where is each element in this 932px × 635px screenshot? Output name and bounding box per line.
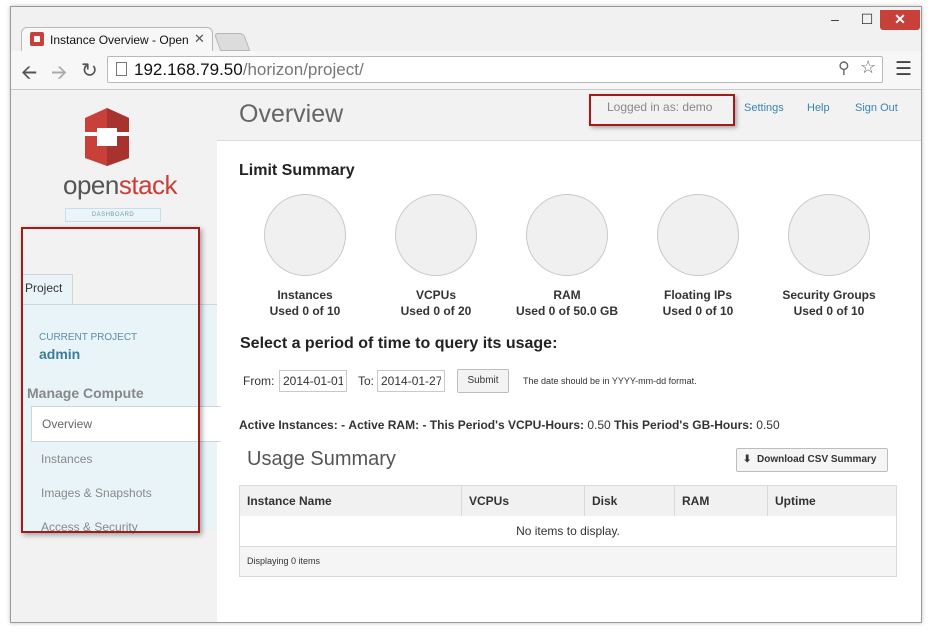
forward-arrow-icon[interactable]: 🡪 xyxy=(51,58,67,92)
active-ram-label: Active RAM: xyxy=(348,418,420,432)
date-range-form: From: To: Submit The date should be in Y… xyxy=(243,368,883,394)
active-instances-value: - xyxy=(341,418,346,432)
download-icon: ⬇ xyxy=(743,454,752,465)
limit-used: Used 0 of 50.0 GB xyxy=(515,304,619,318)
limit-ram: RAM Used 0 of 50.0 GB xyxy=(501,192,633,318)
browser-window: – ☐ ✕ Instance Overview - Open ✕ 🡨 🡪 ↻ 1… xyxy=(10,6,922,623)
sign-out-link[interactable]: Sign Out xyxy=(855,102,898,114)
table-footer: Displaying 0 items xyxy=(240,547,896,576)
usage-table: Instance Name VCPUs Disk RAM Uptime No i… xyxy=(239,485,897,577)
empty-table-message: No items to display. xyxy=(240,516,896,547)
to-label: To: xyxy=(358,374,375,388)
logged-in-user: Logged in as: demo xyxy=(607,100,713,114)
usage-summary-title: Usage Summary xyxy=(247,448,396,470)
table-header: Instance Name VCPUs Disk RAM Uptime xyxy=(240,486,896,517)
gb-hours-label: This Period's GB-Hours: xyxy=(614,418,753,432)
url-path: /horizon/project/ xyxy=(242,60,364,79)
period-title: Select a period of time to query its usa… xyxy=(240,335,558,352)
column-vcpus[interactable]: VCPUs xyxy=(462,486,585,516)
to-date-input[interactable] xyxy=(377,370,445,392)
tab-close-icon[interactable]: ✕ xyxy=(194,31,205,47)
usage-stats: Active Instances: - Active RAM: - This P… xyxy=(239,418,780,432)
limit-pie-charts: Instances Used 0 of 10 VCPUs Used 0 of 2… xyxy=(239,192,899,322)
vcpu-hours-value: 0.50 xyxy=(587,418,611,432)
limit-name: Floating IPs xyxy=(663,288,732,302)
tab-strip: Instance Overview - Open ✕ xyxy=(11,7,921,52)
address-bar[interactable]: 192.168.79.50/horizon/project/ ⚲ ☆ xyxy=(107,56,883,83)
sidebar: openstack DASHBOARD Project CURRENT PROJ… xyxy=(11,90,221,622)
limit-used: Used 0 of 20 xyxy=(400,304,472,318)
from-label: From: xyxy=(243,374,275,388)
main-content: Overview Logged in as: demo Settings Hel… xyxy=(217,90,921,622)
openstack-logo-icon xyxy=(85,108,129,166)
limit-floating-ips: Floating IPs Used 0 of 10 xyxy=(632,192,764,318)
limit-instances: Instances Used 0 of 10 xyxy=(239,192,371,318)
limit-used: Used 0 of 10 xyxy=(793,304,865,318)
page-icon xyxy=(116,62,127,76)
limit-used: Used 0 of 10 xyxy=(662,304,734,318)
vcpu-hours-label: This Period's VCPU-Hours: xyxy=(429,418,584,432)
logo-open: open xyxy=(63,170,119,200)
limit-summary-title: Limit Summary xyxy=(239,162,355,179)
download-csv-label: Download CSV Summary xyxy=(757,454,877,465)
logo-stack: stack xyxy=(118,170,178,200)
logo-subtitle: DASHBOARD xyxy=(65,208,161,222)
browser-tab[interactable]: Instance Overview - Open ✕ xyxy=(21,27,213,52)
limit-name: Security Groups xyxy=(782,288,876,302)
limit-name: Instances xyxy=(277,288,333,302)
page-title: Overview xyxy=(239,100,344,128)
limit-used: Used 0 of 10 xyxy=(269,304,341,318)
back-arrow-icon[interactable]: 🡨 xyxy=(21,58,37,92)
logo-wordmark: openstack xyxy=(63,170,178,201)
help-link[interactable]: Help xyxy=(807,102,830,114)
limit-vcpus: VCPUs Used 0 of 20 xyxy=(370,192,502,318)
security-groups-pie-chart xyxy=(788,194,870,276)
limit-name: VCPUs xyxy=(415,288,456,302)
column-uptime[interactable]: Uptime xyxy=(768,486,896,516)
page-header: Overview Logged in as: demo Settings Hel… xyxy=(217,90,921,141)
date-format-hint: The date should be in YYYY-mm-dd format. xyxy=(523,376,697,386)
ram-pie-chart xyxy=(526,194,608,276)
url-host: 192.168.79.50 xyxy=(134,60,243,79)
limit-name: RAM xyxy=(553,288,581,302)
openstack-favicon-icon xyxy=(30,32,44,46)
zoom-icon[interactable]: ⚲ xyxy=(838,58,850,78)
from-date-input[interactable] xyxy=(279,370,347,392)
limit-security-groups: Security Groups Used 0 of 10 xyxy=(763,192,895,318)
sidebar-highlight-box xyxy=(21,227,200,533)
column-instance-name[interactable]: Instance Name xyxy=(240,486,462,516)
page-content: openstack DASHBOARD Project CURRENT PROJ… xyxy=(11,90,921,622)
browser-toolbar: 🡨 🡪 ↻ 192.168.79.50/horizon/project/ ⚲ ☆… xyxy=(11,51,921,90)
active-instances-label: Active Instances: xyxy=(239,418,338,432)
instances-pie-chart xyxy=(264,194,346,276)
column-ram[interactable]: RAM xyxy=(675,486,768,516)
column-disk[interactable]: Disk xyxy=(585,486,675,516)
star-icon[interactable]: ☆ xyxy=(860,57,876,78)
submit-button[interactable]: Submit xyxy=(457,369,509,393)
new-tab-button[interactable] xyxy=(213,33,251,51)
tab-title: Instance Overview - Open xyxy=(50,33,189,47)
settings-link[interactable]: Settings xyxy=(744,102,784,114)
gb-hours-value: 0.50 xyxy=(756,418,780,432)
download-csv-button[interactable]: ⬇ Download CSV Summary xyxy=(736,448,888,472)
menu-icon[interactable]: ☰ xyxy=(895,58,912,81)
vcpus-pie-chart xyxy=(395,194,477,276)
floating-ips-pie-chart xyxy=(657,194,739,276)
reload-icon[interactable]: ↻ xyxy=(81,58,98,83)
active-ram-value: - xyxy=(422,418,427,432)
